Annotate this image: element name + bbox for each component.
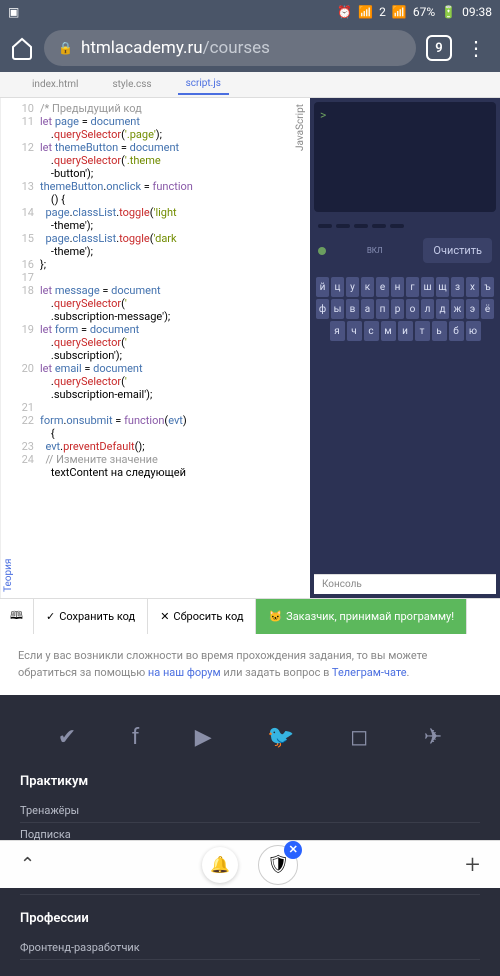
key-г[interactable]: г bbox=[406, 277, 419, 297]
sidebar-js[interactable]: JavaScript bbox=[293, 98, 308, 157]
code-editor[interactable]: 10/* Предыдущий код11let page = document… bbox=[16, 98, 310, 598]
signal-icon: 📶 bbox=[392, 5, 407, 19]
footer-professions: Профессии Фронтенд-разработчик bbox=[0, 911, 500, 976]
twitter-icon[interactable]: 🐦 bbox=[267, 725, 294, 750]
lock-icon: 🔒 bbox=[58, 41, 73, 55]
key-я[interactable]: я bbox=[330, 321, 345, 341]
expand-icon[interactable]: ⌃ bbox=[20, 854, 35, 875]
key-н[interactable]: н bbox=[391, 277, 404, 297]
page-footer: ✔ f ▶ 🐦 ◻ ✈ Практикум ТренажёрыПодпискаД… bbox=[0, 695, 500, 976]
action-bar: 🕮 ✓ Сохранить код ✕ Сбросить код 🐱 Заказ… bbox=[0, 598, 500, 634]
reset-button[interactable]: ✕ Сбросить код bbox=[148, 599, 256, 634]
bottom-nav: ⌃ 🔔 🛡 ✕ + bbox=[0, 840, 500, 888]
forum-link[interactable]: на наш форум bbox=[148, 666, 221, 679]
url-bar[interactable]: 🔒 htmlacademy.ru/courses bbox=[44, 30, 416, 66]
key-х[interactable]: х bbox=[466, 277, 479, 297]
bookmark-button[interactable]: 🕮 bbox=[0, 599, 34, 634]
footer-link[interactable]: Тренажёры bbox=[20, 799, 480, 823]
key-й[interactable]: й bbox=[316, 277, 329, 297]
key-ъ[interactable]: ъ bbox=[481, 277, 494, 297]
preview-pane: > ВКЛ Очистить йцукенгшщзхъ фывапролджэё я… bbox=[310, 98, 500, 598]
browser-toolbar: 🔒 htmlacademy.ru/courses 9 ⋮ bbox=[0, 24, 500, 72]
key-т[interactable]: т bbox=[415, 321, 430, 341]
status-text: ВКЛ bbox=[367, 246, 383, 255]
key-и[interactable]: и bbox=[398, 321, 413, 341]
workspace: Теория 10/* Предыдущий код11let page = d… bbox=[0, 98, 500, 598]
key-ф[interactable]: ф bbox=[316, 299, 329, 319]
telegram-link[interactable]: Телеграм-чате bbox=[332, 666, 407, 679]
key-е[interactable]: е bbox=[376, 277, 389, 297]
android-statusbar: ▣ ⏰ 📶 2 📶 67% 🔋 09:38 bbox=[0, 0, 500, 24]
status-dot bbox=[318, 247, 326, 255]
console-output[interactable]: > bbox=[314, 102, 496, 212]
key-ы[interactable]: ы bbox=[331, 299, 344, 319]
save-button[interactable]: ✓ Сохранить код bbox=[34, 599, 148, 634]
key-ь[interactable]: ь bbox=[432, 321, 447, 341]
key-ш[interactable]: ш bbox=[421, 277, 434, 297]
key-ж[interactable]: ж bbox=[451, 299, 464, 319]
tab-index[interactable]: index.html bbox=[24, 75, 86, 94]
key-в[interactable]: в bbox=[346, 299, 359, 319]
key-ц[interactable]: ц bbox=[331, 277, 344, 297]
key-к[interactable]: к bbox=[361, 277, 374, 297]
key-п[interactable]: п bbox=[376, 299, 389, 319]
key-ё[interactable]: ё bbox=[481, 299, 494, 319]
sidebar-theory[interactable]: Теория bbox=[0, 98, 16, 598]
url-host: htmlacademy.ru bbox=[81, 38, 203, 58]
virtual-keyboard: йцукенгшщзхъ фывапролджэё ячсмитьбю bbox=[314, 273, 496, 347]
screenshot-icon: ▣ bbox=[8, 5, 19, 19]
telegram-icon[interactable]: ✈ bbox=[424, 725, 442, 750]
tab-style[interactable]: style.css bbox=[104, 75, 159, 94]
dash-indicators bbox=[314, 224, 496, 228]
add-button[interactable]: + bbox=[465, 850, 480, 880]
key-щ[interactable]: щ bbox=[436, 277, 449, 297]
home-icon[interactable] bbox=[10, 36, 34, 60]
facebook-icon[interactable]: f bbox=[132, 725, 140, 750]
tab-count[interactable]: 9 bbox=[426, 35, 452, 61]
browser-menu-icon[interactable]: ⋮ bbox=[462, 36, 490, 60]
key-б[interactable]: б bbox=[449, 321, 464, 341]
submit-button[interactable]: 🐱 Заказчик, принимай программу! bbox=[256, 599, 467, 634]
footer-title: Практикум bbox=[20, 774, 480, 789]
key-э[interactable]: э bbox=[466, 299, 479, 319]
notification-bell[interactable]: 🔔 bbox=[202, 847, 238, 883]
close-badge-icon[interactable]: ✕ bbox=[284, 841, 302, 859]
footer-link[interactable]: Фронтенд-разработчик bbox=[20, 936, 480, 960]
instagram-icon[interactable]: ◻ bbox=[350, 725, 368, 750]
key-с[interactable]: с bbox=[364, 321, 379, 341]
clear-button[interactable]: Очистить bbox=[423, 238, 492, 263]
key-р[interactable]: р bbox=[391, 299, 404, 319]
console-label[interactable]: Консоль bbox=[314, 574, 496, 594]
shield-button[interactable]: 🛡 ✕ bbox=[258, 845, 298, 885]
key-ч[interactable]: ч bbox=[347, 321, 362, 341]
editor-tabstrip: index.html style.css script.js bbox=[0, 72, 500, 98]
key-ю[interactable]: ю bbox=[466, 321, 481, 341]
key-з[interactable]: з bbox=[451, 277, 464, 297]
key-о[interactable]: о bbox=[406, 299, 419, 319]
battery-percent: 67% bbox=[413, 5, 435, 19]
wifi-icon: 📶 bbox=[358, 5, 373, 19]
tab-script[interactable]: script.js bbox=[178, 74, 229, 95]
clock: 09:38 bbox=[462, 5, 492, 19]
footer-title: Профессии bbox=[20, 911, 480, 926]
key-д[interactable]: д bbox=[436, 299, 449, 319]
key-л[interactable]: л bbox=[421, 299, 434, 319]
url-path: /courses bbox=[203, 38, 270, 58]
key-м[interactable]: м bbox=[381, 321, 396, 341]
key-а[interactable]: а bbox=[361, 299, 374, 319]
sim-indicator: 2 bbox=[379, 5, 386, 19]
battery-icon: 🔋 bbox=[441, 5, 456, 19]
key-у[interactable]: у bbox=[346, 277, 359, 297]
vk-icon[interactable]: ✔ bbox=[58, 725, 76, 750]
help-text: Если у вас возникли сложности во время п… bbox=[0, 634, 500, 695]
alarm-icon: ⏰ bbox=[337, 5, 352, 19]
social-icons: ✔ f ▶ 🐦 ◻ ✈ bbox=[0, 715, 500, 774]
youtube-icon[interactable]: ▶ bbox=[195, 725, 212, 750]
